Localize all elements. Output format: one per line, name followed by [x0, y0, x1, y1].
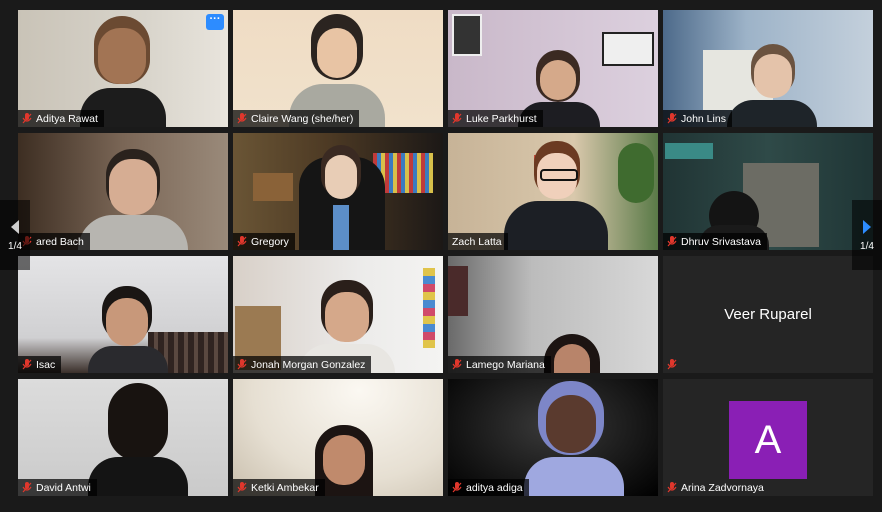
- participant-nameplate: David Antwi: [18, 479, 97, 496]
- participant-tile-jared-bach[interactable]: ared Bach: [18, 133, 228, 250]
- participant-tile-claire-wang[interactable]: Claire Wang (she/her): [233, 10, 443, 127]
- muted-mic-icon: [667, 359, 677, 370]
- participant-nameplate: Arina Zadvornaya: [663, 479, 770, 496]
- video-off-name: Veer Ruparel: [724, 306, 812, 323]
- wall-picture: [448, 266, 468, 316]
- participant-video: [88, 383, 188, 496]
- participant-nameplate: Dhruv Srivastava: [663, 233, 767, 250]
- participant-nameplate: Aditya Rawat: [18, 110, 104, 127]
- participant-name: Claire Wang (she/her): [251, 112, 354, 125]
- participant-video: [727, 44, 817, 127]
- muted-mic-icon: [667, 482, 677, 493]
- shelf-bin: [665, 143, 713, 159]
- participant-video: [524, 381, 624, 496]
- participant-tile-arina-zadvornaya[interactable]: A Arina Zadvornaya: [663, 379, 873, 496]
- participant-name: ared Bach: [36, 235, 84, 248]
- participant-tile-lamego-mariana[interactable]: Lamego Mariana: [448, 256, 658, 373]
- participant-name: Lamego Mariana: [466, 358, 545, 371]
- participant-name: Luke Parkhurst: [466, 112, 537, 125]
- participant-tile-gregory[interactable]: Gregory: [233, 133, 443, 250]
- participant-nameplate: Lamego Mariana: [448, 356, 551, 373]
- wall-picture: [602, 32, 654, 66]
- next-page-button[interactable]: 1/4: [852, 200, 882, 270]
- dresser: [253, 173, 293, 201]
- participant-tile-zach-latta[interactable]: Zach Latta: [448, 133, 658, 250]
- participant-name: John Lins: [681, 112, 726, 125]
- more-options-button[interactable]: ···: [206, 14, 224, 30]
- chevron-left-icon: [11, 219, 19, 234]
- participant-nameplate: Jonah Morgan Gonzalez: [233, 356, 372, 373]
- muted-mic-icon: [237, 113, 247, 124]
- participant-name: Ketki Ambekar: [251, 481, 319, 494]
- muted-mic-icon: [237, 359, 247, 370]
- participant-name: David Antwi: [36, 481, 91, 494]
- muted-mic-icon: [452, 482, 462, 493]
- plant: [618, 143, 654, 203]
- chevron-right-icon: [863, 219, 871, 234]
- muted-mic-icon: [237, 236, 247, 247]
- wall-photos: [423, 268, 435, 348]
- participant-video: [78, 149, 188, 250]
- participant-name: aditya adiga: [466, 481, 523, 494]
- participant-tile-jonah-morgan-gonzalez[interactable]: Jonah Morgan Gonzalez: [233, 256, 443, 373]
- participant-nameplate: Gregory: [233, 233, 295, 250]
- participant-name: Dhruv Srivastava: [681, 235, 761, 248]
- muted-mic-icon: [452, 359, 462, 370]
- participant-tile-aditya-rawat[interactable]: ··· Aditya Rawat: [18, 10, 228, 127]
- meeting-toolbar: [0, 502, 882, 512]
- participant-name: Gregory: [251, 235, 289, 248]
- muted-mic-icon: [452, 113, 462, 124]
- participant-name: Zach Latta: [452, 235, 502, 248]
- participant-video: [299, 145, 385, 250]
- wall-picture: [452, 14, 482, 56]
- participant-name: Isac: [36, 358, 56, 371]
- participant-tile-isac[interactable]: Isac: [18, 256, 228, 373]
- participant-nameplate: Claire Wang (she/her): [233, 110, 360, 127]
- participant-video: [88, 286, 168, 373]
- page-indicator: 1/4: [860, 240, 874, 252]
- avatar: A: [729, 401, 807, 479]
- participant-tile-dhruv-srivastava[interactable]: Dhruv Srivastava: [663, 133, 873, 250]
- participant-tile-john-lins[interactable]: John Lins: [663, 10, 873, 127]
- gallery-grid: ··· Aditya Rawat Claire Wang (she/her) L: [18, 10, 873, 498]
- muted-mic-icon: [667, 113, 677, 124]
- participant-tile-ketki-ambekar[interactable]: Ketki Ambekar: [233, 379, 443, 496]
- participant-tile-david-antwi[interactable]: David Antwi: [18, 379, 228, 496]
- participant-nameplate: aditya adiga: [448, 479, 529, 496]
- participant-nameplate: Isac: [18, 356, 62, 373]
- participant-nameplate: Zach Latta: [448, 233, 508, 250]
- participant-video: [504, 141, 608, 250]
- participant-nameplate: [663, 356, 683, 373]
- muted-mic-icon: [22, 113, 32, 124]
- muted-mic-icon: [237, 482, 247, 493]
- participant-nameplate: John Lins: [663, 110, 732, 127]
- muted-mic-icon: [22, 482, 32, 493]
- page-indicator: 1/4: [8, 240, 22, 252]
- participant-nameplate: Luke Parkhurst: [448, 110, 543, 127]
- participant-name: Jonah Morgan Gonzalez: [251, 358, 366, 371]
- participant-name: Arina Zadvornaya: [681, 481, 764, 494]
- participant-name: Aditya Rawat: [36, 112, 98, 125]
- muted-mic-icon: [667, 236, 677, 247]
- participant-nameplate: Ketki Ambekar: [233, 479, 325, 496]
- participant-tile-veer-ruparel[interactable]: Veer Ruparel: [663, 256, 873, 373]
- previous-page-button[interactable]: 1/4: [0, 200, 30, 270]
- participant-tile-aditya-adiga[interactable]: aditya adiga: [448, 379, 658, 496]
- participant-tile-luke-parkhurst[interactable]: Luke Parkhurst: [448, 10, 658, 127]
- muted-mic-icon: [22, 359, 32, 370]
